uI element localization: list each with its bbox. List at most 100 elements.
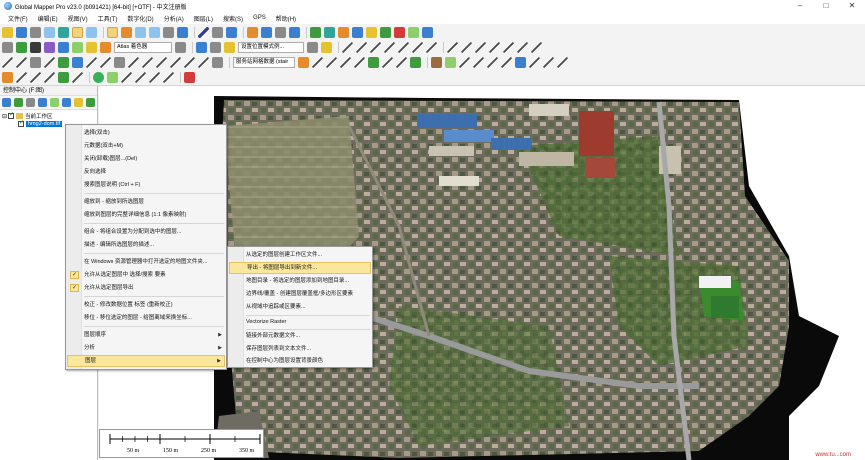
tile-icon[interactable] bbox=[16, 42, 27, 53]
grid-data-select[interactable]: 服务站网格数据 (stair bbox=[233, 57, 295, 68]
point-cloud-icon[interactable] bbox=[445, 57, 456, 68]
open-folder-icon[interactable] bbox=[2, 27, 13, 38]
terrain-icon[interactable] bbox=[72, 42, 83, 53]
play-icon[interactable] bbox=[93, 72, 104, 83]
zoom-out-icon[interactable] bbox=[149, 27, 160, 38]
menu-invert-selection[interactable]: 反向选择 bbox=[67, 166, 225, 178]
tool-teal-1-icon[interactable] bbox=[324, 27, 335, 38]
profile-tool-1-icon[interactable] bbox=[312, 57, 323, 68]
tool-orange-1-icon[interactable] bbox=[338, 27, 349, 38]
dropdown-tool-icon[interactable] bbox=[307, 42, 318, 53]
profile-tool-3-icon[interactable] bbox=[340, 57, 351, 68]
vegetation-icon[interactable] bbox=[410, 57, 421, 68]
collapse-icon[interactable]: ⊟ bbox=[2, 113, 7, 120]
gps-tool-2-icon[interactable] bbox=[30, 72, 41, 83]
menu-layer[interactable]: 图层(L) bbox=[194, 14, 213, 23]
fly-tool-3-icon[interactable] bbox=[149, 72, 160, 83]
panel-tool-5-icon[interactable] bbox=[50, 98, 59, 107]
maximize-button[interactable]: □ bbox=[813, 0, 839, 12]
lidar-tool-6-icon[interactable] bbox=[543, 57, 554, 68]
profile-tool-6-icon[interactable] bbox=[396, 57, 407, 68]
submenu-map-catalog[interactable]: 地图目录 - 将选定的图层添加到地图目录... bbox=[229, 275, 371, 287]
rotate-icon[interactable] bbox=[16, 57, 27, 68]
line-tool-6-icon[interactable] bbox=[412, 42, 423, 53]
profile-tool-5-icon[interactable] bbox=[382, 57, 393, 68]
lidar-tool-3-icon[interactable] bbox=[501, 57, 512, 68]
area-icon[interactable] bbox=[58, 57, 69, 68]
position-mode-select[interactable]: 设置位置模式例... bbox=[238, 42, 304, 53]
line-tool-2-icon[interactable] bbox=[356, 42, 367, 53]
panel-tool-6-icon[interactable] bbox=[62, 98, 71, 107]
info-icon[interactable] bbox=[261, 27, 272, 38]
lighting-icon[interactable] bbox=[175, 42, 186, 53]
panel-tool-4-icon[interactable] bbox=[38, 98, 47, 107]
menu-group[interactable]: 组合 - 将组合设置为分配到选中的图层... bbox=[67, 226, 225, 238]
stop-icon[interactable] bbox=[184, 72, 195, 83]
menu-close-layer[interactable]: 关闭(卸载)图层...(Del) bbox=[67, 153, 225, 165]
snap-icon[interactable] bbox=[114, 57, 125, 68]
cut-icon[interactable] bbox=[100, 57, 111, 68]
line-tool-4-icon[interactable] bbox=[384, 42, 395, 53]
line-tool-12-icon[interactable] bbox=[503, 42, 514, 53]
menu-layer-order[interactable]: 图层顺序 ▶ bbox=[67, 329, 225, 341]
menu-edit[interactable]: 编辑(E) bbox=[38, 14, 58, 23]
line-tool-9-icon[interactable] bbox=[461, 42, 472, 53]
back-arrow-icon[interactable] bbox=[163, 27, 174, 38]
line-tool-8-icon[interactable] bbox=[447, 42, 458, 53]
submenu-vectorize-raster[interactable]: Vectorize Raster bbox=[229, 316, 371, 328]
layer-stack-icon[interactable] bbox=[30, 42, 41, 53]
tool-green-2-icon[interactable] bbox=[380, 27, 391, 38]
layer-item[interactable]: hmg2-dom.tif bbox=[18, 119, 63, 127]
submenu-background-color[interactable]: 在控制中心为图层设置背景颜色 bbox=[229, 355, 371, 367]
close-button[interactable]: ✕ bbox=[839, 0, 865, 12]
menu-metadata[interactable]: 元数据(双击+M) bbox=[67, 140, 225, 152]
layer-checkbox[interactable] bbox=[18, 119, 24, 127]
panel-tool-7-icon[interactable] bbox=[74, 98, 83, 107]
submenu-export-layer[interactable]: 导出 - 将图层导出到新文件... bbox=[229, 262, 371, 274]
overview-icon[interactable] bbox=[86, 27, 97, 38]
contour-icon[interactable] bbox=[86, 42, 97, 53]
delete-x-icon[interactable] bbox=[212, 27, 223, 38]
split-icon[interactable] bbox=[44, 57, 55, 68]
digitizer-icon[interactable] bbox=[121, 27, 132, 38]
lidar-icon[interactable] bbox=[431, 57, 442, 68]
menu-select[interactable]: 选择(双击) bbox=[67, 127, 225, 139]
menu-allow-select-search[interactable]: ✓ 允许从选定图层中 选择/搜索 要素 bbox=[67, 269, 225, 281]
line-tool-5-icon[interactable] bbox=[398, 42, 409, 53]
fly-tool-4-icon[interactable] bbox=[163, 72, 174, 83]
line-tool-3-icon[interactable] bbox=[370, 42, 381, 53]
line-tool-13-icon[interactable] bbox=[517, 42, 528, 53]
vertex-icon[interactable] bbox=[30, 57, 41, 68]
submenu-save-layer-list[interactable]: 保存图层列表到文本文件... bbox=[229, 343, 371, 355]
tool-blue-1-icon[interactable] bbox=[352, 27, 363, 38]
menu-description[interactable]: 描述 - 编辑所选图层的描述... bbox=[67, 239, 225, 251]
tool-lgreen-1-icon[interactable] bbox=[408, 27, 419, 38]
line-tool-11-icon[interactable] bbox=[489, 42, 500, 53]
menu-layer-sub[interactable]: 图层 ▶ bbox=[67, 355, 225, 367]
lidar-tool-2-icon[interactable] bbox=[487, 57, 498, 68]
print-icon[interactable] bbox=[44, 27, 55, 38]
menu-zoom-to-layer[interactable]: 缩放到 - 缩放到所选图层 bbox=[67, 196, 225, 208]
record-icon[interactable] bbox=[107, 72, 118, 83]
submenu-link-metadata[interactable]: 链接外部元数据文件... bbox=[229, 330, 371, 342]
line-tool-7-icon[interactable] bbox=[426, 42, 437, 53]
settings-gear-icon[interactable] bbox=[210, 42, 221, 53]
shader-select[interactable]: Atlas 着色器 bbox=[114, 42, 172, 53]
simplify-icon[interactable] bbox=[156, 57, 167, 68]
gps-tool-1-icon[interactable] bbox=[16, 72, 27, 83]
line-tool-1-icon[interactable] bbox=[342, 42, 353, 53]
lidar-tool-7-icon[interactable] bbox=[557, 57, 568, 68]
menu-open-in-explorer[interactable]: 在 Windows 资源管理器中打开选定的地图文件夹... bbox=[67, 256, 225, 268]
root-checkbox[interactable] bbox=[8, 111, 14, 119]
lidar-tool-1-icon[interactable] bbox=[473, 57, 484, 68]
smooth-icon[interactable] bbox=[170, 57, 181, 68]
panel-tool-2-icon[interactable] bbox=[14, 98, 23, 107]
menu-tools[interactable]: 工具(T) bbox=[98, 14, 118, 23]
layer-toggle-icon[interactable] bbox=[72, 27, 83, 38]
globe-icon[interactable] bbox=[16, 27, 27, 38]
menu-zoom-full-detail[interactable]: 缩放到图层的完整详细信息 (1:1 像素映射) bbox=[67, 209, 225, 221]
fly-tool-2-icon[interactable] bbox=[135, 72, 146, 83]
tree-icon[interactable] bbox=[368, 57, 379, 68]
home-icon[interactable] bbox=[177, 27, 188, 38]
panel-tool-1-icon[interactable] bbox=[2, 98, 11, 107]
